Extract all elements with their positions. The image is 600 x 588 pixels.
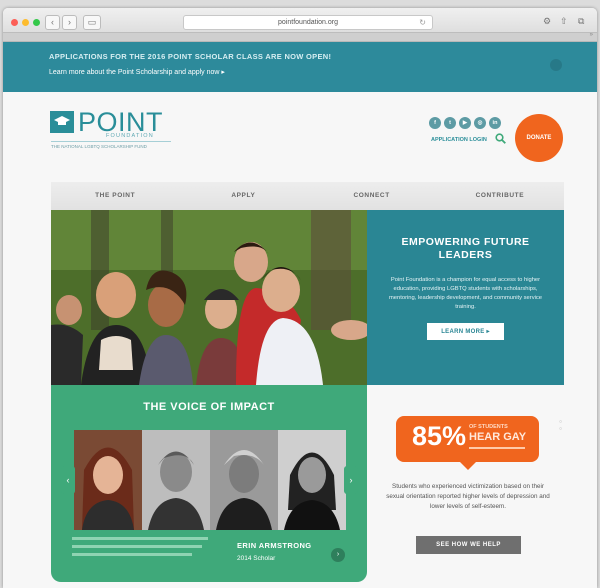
stat-line-2: HEAR GAY	[469, 431, 527, 443]
new-tab-icon[interactable]: »	[590, 32, 593, 38]
logo-mark	[50, 111, 74, 133]
scholar-role: 2014 Scholar	[237, 555, 276, 562]
voice-of-impact-section: THE VOICE OF IMPACT ‹ › ERIN ARMSTRONG 2…	[51, 385, 367, 582]
back-icon[interactable]: ‹	[45, 15, 60, 30]
portrait-image	[278, 430, 346, 530]
learn-more-button[interactable]: LEARN MORE ▸	[427, 323, 504, 340]
play-icon[interactable]: ›	[331, 548, 345, 562]
graduation-cap-icon	[54, 116, 70, 125]
forward-icon[interactable]: ›	[62, 15, 77, 30]
stat-percent: 85%	[412, 421, 467, 451]
scholar-name: ERIN ARMSTRONG	[237, 541, 312, 550]
stat-line-1: OF STUDENTS	[469, 424, 508, 430]
donate-button[interactable]: DONATE	[515, 114, 563, 162]
web-page: APPLICATIONS FOR THE 2016 POINT SCHOLAR …	[3, 42, 597, 588]
portrait-image	[210, 430, 278, 530]
search-icon[interactable]	[495, 133, 506, 144]
quote-text-lines	[72, 537, 208, 556]
zoom-window-icon[interactable]	[33, 19, 40, 26]
see-how-we-help-button[interactable]: SEE HOW WE HELP	[416, 536, 521, 554]
minimize-window-icon[interactable]	[22, 19, 29, 26]
logo-tagline: THE NATIONAL LGBTQ SCHOLARSHIP FUND	[51, 141, 171, 149]
portrait-4[interactable]	[278, 430, 346, 530]
portrait-image	[74, 430, 142, 530]
extension-icon[interactable]: ⚙	[543, 16, 551, 27]
main-nav: THE POINT APPLY CONNECT CONTRIBUTE	[51, 182, 564, 210]
site-header: POINT FOUNDATION THE NATIONAL LGBTQ SCHO…	[3, 92, 597, 176]
share-icon[interactable]: ⇧	[560, 16, 568, 27]
nav-the-point[interactable]: THE POINT	[51, 182, 179, 210]
carousel-prev-icon[interactable]: ‹	[61, 466, 75, 494]
portrait-image	[142, 430, 210, 530]
banner-title: APPLICATIONS FOR THE 2016 POINT SCHOLAR …	[49, 52, 332, 61]
nav-apply[interactable]: APPLY	[179, 182, 307, 210]
close-window-icon[interactable]	[11, 19, 18, 26]
portrait-carousel	[74, 430, 346, 530]
hero-panel: EMPOWERING FUTURE LEADERS Point Foundati…	[367, 210, 564, 385]
instagram-icon[interactable]: ◎	[474, 117, 486, 129]
stat-pager-icon[interactable]: ○ ○	[559, 419, 562, 433]
stat-text: Students who experienced victimization b…	[386, 483, 550, 510]
tab-strip: »	[3, 32, 597, 41]
banner-link[interactable]: Learn more about the Point Scholarship a…	[49, 68, 225, 76]
carousel-next-icon[interactable]: ›	[344, 466, 358, 494]
group-photo-image	[51, 210, 367, 385]
logo-subtitle: FOUNDATION	[106, 133, 154, 139]
hero-photo	[51, 210, 367, 385]
stat-bubble: 85% OF STUDENTS HEAR GAY	[396, 416, 539, 470]
voice-quote-placeholder	[72, 535, 212, 564]
portrait-2[interactable]	[142, 430, 210, 530]
twitter-icon[interactable]: t	[444, 117, 456, 129]
social-links: f t ▶ ◎ in	[429, 117, 501, 129]
browser-toolbar: ‹ › ▭ pointfoundation.org ↻ ⚙ ⇧ ⧉ »	[3, 8, 597, 42]
linkedin-icon[interactable]: in	[489, 117, 501, 129]
browser-window: ‹ › ▭ pointfoundation.org ↻ ⚙ ⇧ ⧉ » APPL…	[3, 8, 597, 588]
tabs-icon[interactable]: ⧉	[578, 16, 584, 27]
portrait-1[interactable]	[74, 430, 142, 530]
nav-contribute[interactable]: CONTRIBUTE	[436, 182, 564, 210]
announcement-banner: APPLICATIONS FOR THE 2016 POINT SCHOLAR …	[3, 42, 597, 92]
voice-title: THE VOICE OF IMPACT	[143, 401, 275, 413]
window-controls	[11, 19, 40, 26]
address-text: pointfoundation.org	[278, 19, 338, 26]
facebook-icon[interactable]: f	[429, 117, 441, 129]
youtube-icon[interactable]: ▶	[459, 117, 471, 129]
reload-icon[interactable]: ↻	[419, 16, 426, 29]
address-bar[interactable]: pointfoundation.org ↻	[183, 15, 433, 30]
application-login-link[interactable]: APPLICATION LOGIN	[431, 137, 487, 143]
hero-title: EMPOWERING FUTURE LEADERS	[401, 236, 530, 261]
hero-body: Point Foundation is a champion for equal…	[388, 277, 543, 310]
banner-close-icon[interactable]	[550, 59, 562, 71]
nav-connect[interactable]: CONNECT	[308, 182, 436, 210]
sidebar-icon[interactable]: ▭	[83, 15, 101, 30]
portrait-3[interactable]	[210, 430, 278, 530]
hero-section: EMPOWERING FUTURE LEADERS Point Foundati…	[51, 210, 564, 385]
stat-line-3	[469, 446, 529, 451]
stat-fine-print	[469, 447, 525, 449]
